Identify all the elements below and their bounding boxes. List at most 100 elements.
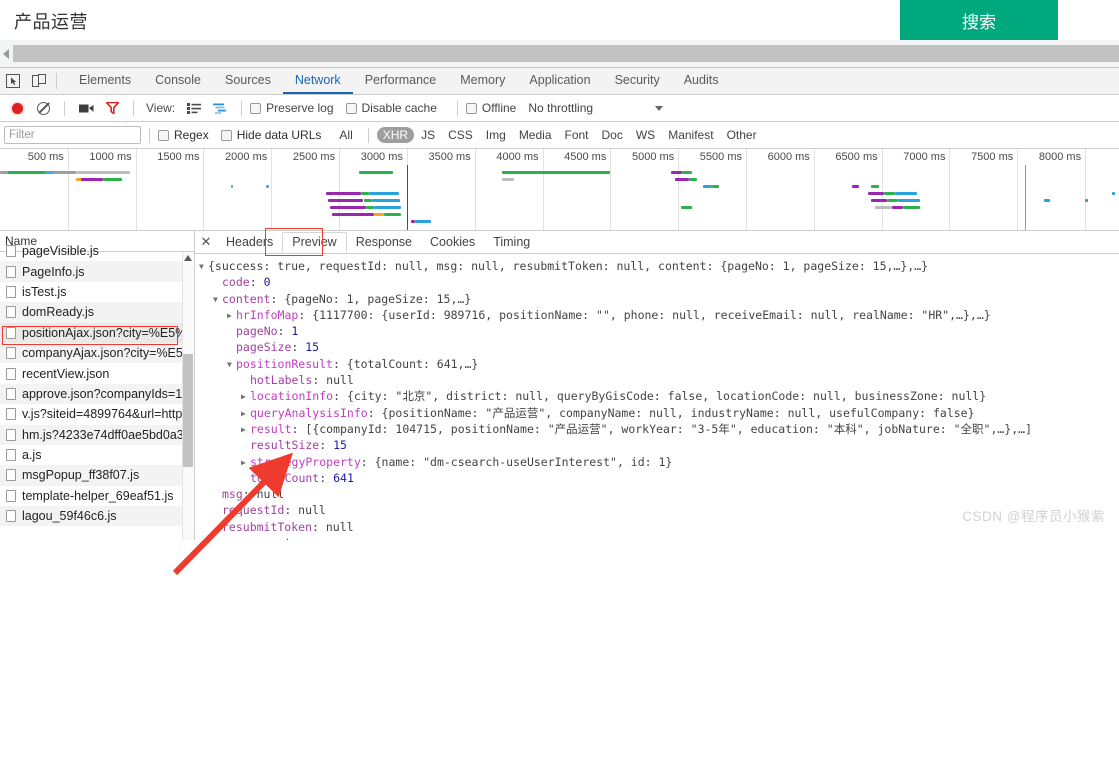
- filter-type-manifest[interactable]: Manifest: [662, 127, 719, 143]
- timeline-request-bar: [359, 171, 393, 174]
- request-list-scrollbar[interactable]: [182, 252, 194, 540]
- tab-response[interactable]: Response: [347, 233, 421, 252]
- timeline-gridline: [678, 149, 679, 231]
- filter-type-ws[interactable]: WS: [630, 127, 661, 143]
- scroll-up-arrow-icon[interactable]: [184, 255, 192, 261]
- request-row[interactable]: pageVisible.js: [0, 241, 194, 261]
- regex-option[interactable]: Regex: [158, 128, 209, 142]
- json-line[interactable]: ▶strategyProperty: {name: "dm-csearch-us…: [199, 454, 1119, 470]
- view-list-icon[interactable]: [181, 103, 207, 114]
- tab-memory[interactable]: Memory: [448, 68, 517, 94]
- filter-input[interactable]: [4, 126, 141, 144]
- close-icon[interactable]: ✕: [195, 234, 217, 250]
- request-row[interactable]: companyAjax.json?city=%E5%: [0, 343, 194, 363]
- request-row[interactable]: hm.js?4233e74dff0ae5bd0a3d: [0, 425, 194, 445]
- timeline-gridline: [610, 149, 611, 231]
- filter-type-css[interactable]: CSS: [442, 127, 479, 143]
- json-line[interactable]: pageNo: 1: [199, 323, 1119, 339]
- preserve-log-checkbox[interactable]: [250, 103, 261, 114]
- tab-cookies[interactable]: Cookies: [421, 233, 484, 252]
- json-line[interactable]: ▶result: [{companyId: 104715, positionNa…: [199, 421, 1119, 437]
- offline-option[interactable]: Offline: [466, 101, 516, 115]
- filter-type-other[interactable]: Other: [721, 127, 763, 143]
- triangle-right-icon[interactable]: ▶: [241, 422, 250, 438]
- filter-type-all[interactable]: All: [333, 127, 358, 143]
- triangle-down-icon[interactable]: ▼: [213, 292, 222, 308]
- json-line[interactable]: msg: null: [199, 486, 1119, 502]
- clear-button[interactable]: [30, 102, 56, 115]
- throttling-select[interactable]: No throttling: [528, 101, 593, 115]
- tab-sources[interactable]: Sources: [213, 68, 283, 94]
- hide-data-urls-option[interactable]: Hide data URLs: [221, 128, 322, 142]
- request-row-selected[interactable]: positionAjax.json?city=%E5%8: [0, 323, 194, 343]
- json-line[interactable]: resultSize: 15: [199, 437, 1119, 453]
- tab-headers[interactable]: Headers: [217, 233, 282, 252]
- json-value: : {1117700: {userId: 989716, positionNam…: [298, 308, 990, 322]
- inspect-element-icon[interactable]: [0, 68, 26, 94]
- tab-application[interactable]: Application: [517, 68, 602, 94]
- throttling-dropdown-arrow[interactable]: [655, 106, 663, 111]
- view-waterfall-icon[interactable]: [207, 103, 233, 114]
- request-row[interactable]: PageInfo.js: [0, 261, 194, 281]
- tab-elements[interactable]: Elements: [67, 68, 143, 94]
- json-line[interactable]: ▼{success: true, requestId: null, msg: n…: [199, 258, 1119, 274]
- regex-checkbox[interactable]: [158, 130, 169, 141]
- filter-type-xhr[interactable]: XHR: [377, 127, 414, 143]
- request-row[interactable]: isTest.js: [0, 282, 194, 302]
- filter-type-media[interactable]: Media: [513, 127, 558, 143]
- hide-data-urls-checkbox[interactable]: [221, 130, 232, 141]
- request-row[interactable]: v.js?siteid=4899764&url=https: [0, 404, 194, 424]
- tab-timing[interactable]: Timing: [484, 233, 539, 252]
- json-line[interactable]: ▶hrInfoMap: {1117700: {userId: 989716, p…: [199, 307, 1119, 323]
- json-preview-tree[interactable]: ▼{success: true, requestId: null, msg: n…: [195, 254, 1119, 540]
- request-row[interactable]: domReady.js: [0, 302, 194, 322]
- capture-screenshots-button[interactable]: [73, 103, 99, 114]
- filter-type-js[interactable]: JS: [415, 127, 441, 143]
- triangle-right-icon[interactable]: ▶: [227, 308, 236, 324]
- disable-cache-option[interactable]: Disable cache: [346, 101, 437, 115]
- triangle-down-icon[interactable]: ▼: [199, 259, 208, 275]
- request-list[interactable]: Name pageVisible.jsPageInfo.jsisTest.jsd…: [0, 231, 195, 540]
- triangle-right-icon[interactable]: ▶: [241, 389, 250, 405]
- json-line[interactable]: code: 0: [199, 274, 1119, 290]
- triangle-right-icon[interactable]: ▶: [241, 455, 250, 471]
- page-horizontal-scrollbar[interactable]: [0, 40, 1119, 68]
- disable-cache-checkbox[interactable]: [346, 103, 357, 114]
- request-row[interactable]: msgPopup_ff38f07.js: [0, 465, 194, 485]
- tab-performance[interactable]: Performance: [353, 68, 449, 94]
- tab-network[interactable]: Network: [283, 68, 353, 94]
- json-line[interactable]: ▼content: {pageNo: 1, pageSize: 15,…}: [199, 291, 1119, 307]
- filter-type-img[interactable]: Img: [480, 127, 512, 143]
- tab-audits[interactable]: Audits: [672, 68, 731, 94]
- request-row[interactable]: approve.json?companyIds=10: [0, 384, 194, 404]
- triangle-down-icon[interactable]: ▼: [227, 357, 236, 373]
- record-button[interactable]: [4, 103, 30, 114]
- request-row[interactable]: lagou_59f46c6.js: [0, 506, 194, 526]
- scrollbar-thumb[interactable]: [183, 354, 193, 467]
- device-toolbar-icon[interactable]: [26, 68, 52, 94]
- json-line[interactable]: success: true: [199, 535, 1119, 540]
- json-line[interactable]: ▶locationInfo: {city: "北京", district: nu…: [199, 388, 1119, 404]
- request-row[interactable]: recentView.json: [0, 363, 194, 383]
- filter-type-font[interactable]: Font: [559, 127, 595, 143]
- request-row[interactable]: a.js: [0, 445, 194, 465]
- filter-type-doc[interactable]: Doc: [596, 127, 629, 143]
- request-row[interactable]: template-helper_69eaf51.js: [0, 486, 194, 506]
- json-line[interactable]: ▼positionResult: {totalCount: 641,…}: [199, 356, 1119, 372]
- timeline-request-bar: [1044, 199, 1049, 202]
- offline-checkbox[interactable]: [466, 103, 477, 114]
- site-search-button[interactable]: 搜索: [900, 0, 1058, 40]
- tab-preview[interactable]: Preview: [282, 232, 346, 253]
- preserve-log-option[interactable]: Preserve log: [250, 101, 333, 115]
- tab-console[interactable]: Console: [143, 68, 213, 94]
- json-line[interactable]: hotLabels: null: [199, 372, 1119, 388]
- scrollbar-thumb[interactable]: [13, 45, 1119, 62]
- json-line[interactable]: ▶queryAnalysisInfo: {positionName: "产品运营…: [199, 405, 1119, 421]
- tab-security[interactable]: Security: [603, 68, 672, 94]
- triangle-right-icon[interactable]: ▶: [241, 406, 250, 422]
- network-overview-timeline[interactable]: 500 ms1000 ms1500 ms2000 ms2500 ms3000 m…: [0, 149, 1119, 231]
- json-line[interactable]: totalCount: 641: [199, 470, 1119, 486]
- json-line[interactable]: pageSize: 15: [199, 339, 1119, 355]
- filter-toggle-button[interactable]: [99, 102, 125, 114]
- scroll-left-arrow-icon[interactable]: [3, 49, 9, 59]
